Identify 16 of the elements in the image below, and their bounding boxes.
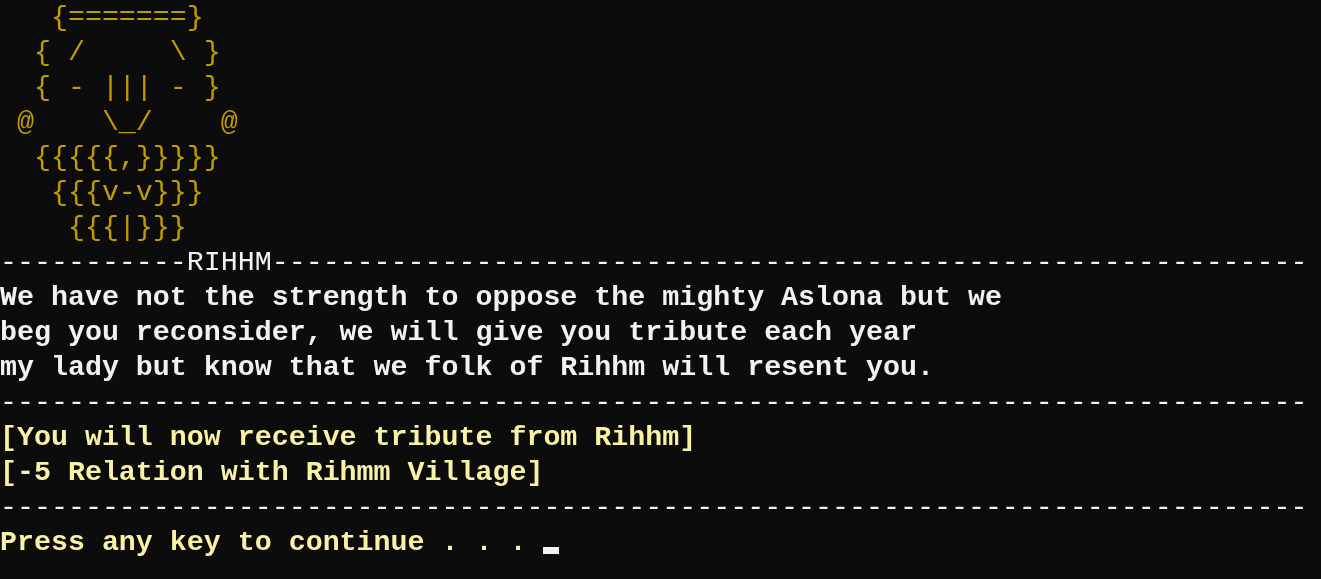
dialogue-line: We have not the strength to oppose the mighty Aslona but we bbox=[0, 280, 1002, 315]
ascii-art-line: { / \ } bbox=[32, 35, 221, 70]
notice-line: [-5 Relation with Rihmm Village] bbox=[0, 455, 544, 490]
divider-line: -----------RIHHM------------------------------------------------------------- bbox=[0, 245, 1308, 280]
dialogue-line: beg you reconsider, we will give you tribute each year bbox=[0, 315, 917, 350]
notice-line: [You will now receive tribute from Rihhm] bbox=[0, 420, 697, 455]
divider-line: ----------------------------------------------------------------------------- bbox=[0, 490, 1308, 525]
ascii-art-line: {{{v-v}}} bbox=[49, 175, 204, 210]
divider-line: ----------------------------------------------------------------------------- bbox=[0, 385, 1308, 420]
dialogue-line: my lady but know that we folk of Rihhm will resent you. bbox=[0, 350, 934, 385]
ascii-art-line: { - ||| - } bbox=[32, 70, 221, 105]
ascii-art-line: {=======} bbox=[49, 0, 204, 35]
ascii-art-line: {{{{{,}}}}} bbox=[32, 140, 221, 175]
prompt-text: Press any key to continue . . . bbox=[0, 525, 528, 560]
ascii-art-line: @ \_/ @ bbox=[15, 105, 238, 140]
ascii-art-line: {{{|}}} bbox=[66, 210, 187, 245]
